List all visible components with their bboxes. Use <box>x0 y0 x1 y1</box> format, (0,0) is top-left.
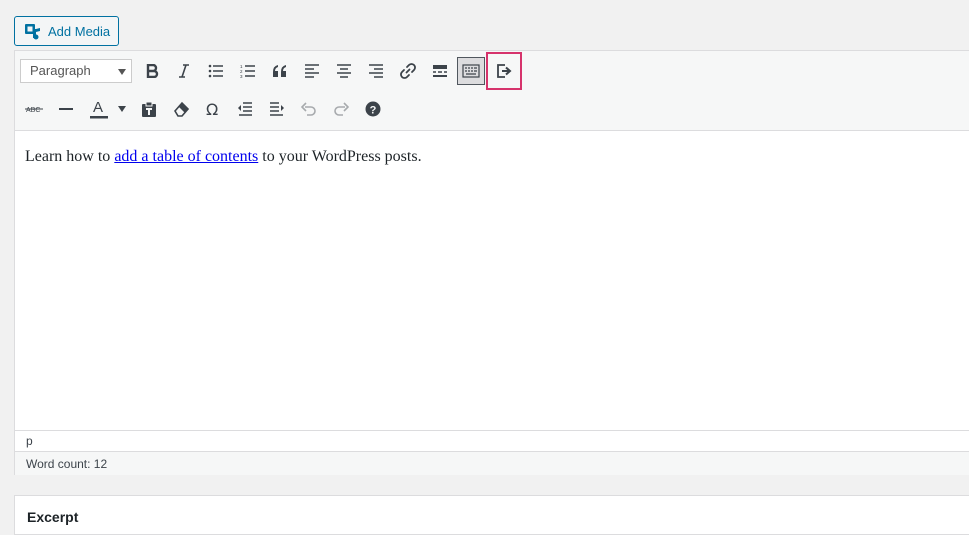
exit-icon <box>497 64 512 78</box>
align-right-icon <box>369 64 383 78</box>
link-icon <box>400 63 416 79</box>
bold-button[interactable] <box>138 57 166 85</box>
svg-text:3: 3 <box>240 74 243 78</box>
svg-text:ABC: ABC <box>26 107 40 114</box>
editor-content[interactable]: Learn how to add a table of contents to … <box>15 131 969 431</box>
italic-icon <box>179 64 189 78</box>
svg-text:A: A <box>93 99 103 116</box>
horizontal-line-icon <box>59 108 73 110</box>
element-path-item[interactable]: p <box>26 434 33 448</box>
content-text-after: to your WordPress posts. <box>258 148 422 165</box>
numbered-list-button[interactable]: 123 <box>234 57 262 85</box>
add-media-button[interactable]: Add Media <box>14 16 119 46</box>
media-icon <box>24 22 42 40</box>
insert-link-button[interactable] <box>394 57 422 85</box>
exit-distraction-free-button[interactable] <box>486 52 522 90</box>
help-icon: ? <box>365 101 381 117</box>
svg-text:Ω: Ω <box>206 101 218 117</box>
bold-icon <box>146 64 159 78</box>
undo-button[interactable] <box>295 95 323 123</box>
undo-icon <box>301 102 316 116</box>
element-path-bar: p <box>15 430 969 451</box>
read-more-icon <box>433 65 447 77</box>
add-media-label: Add Media <box>48 23 111 39</box>
italic-button[interactable] <box>170 57 198 85</box>
content-link[interactable]: add a table of contents <box>114 148 258 165</box>
bulleted-list-icon <box>208 64 223 78</box>
outdent-icon <box>238 102 252 116</box>
content-text-before: Learn how to <box>25 148 115 165</box>
eraser-icon <box>174 101 189 117</box>
editor: Paragraph 123 ABC A Ω ? Learn how to add… <box>14 50 969 475</box>
omega-icon: Ω <box>206 101 218 117</box>
increase-indent-button[interactable] <box>263 95 291 123</box>
text-color-icon: A <box>90 99 108 119</box>
chevron-down-icon <box>118 69 126 75</box>
align-right-button[interactable] <box>362 57 390 85</box>
status-bar: Word count: 12 <box>15 451 969 475</box>
text-color-button[interactable]: A <box>85 95 113 123</box>
keyboard-icon <box>462 64 480 78</box>
redo-icon <box>334 102 349 116</box>
editor-toolbar: Paragraph 123 ABC A Ω ? <box>15 51 969 131</box>
indent-icon <box>270 102 284 116</box>
paste-as-text-button[interactable] <box>135 95 163 123</box>
text-color-dropdown-button[interactable] <box>113 95 131 123</box>
align-left-icon <box>305 64 319 78</box>
word-count: Word count: 12 <box>26 457 108 471</box>
numbered-list-icon: 123 <box>240 64 255 78</box>
excerpt-panel: Excerpt <box>14 495 969 535</box>
excerpt-title[interactable]: Excerpt <box>27 509 78 525</box>
strikethrough-icon: ABC <box>25 107 43 114</box>
bulleted-list-button[interactable] <box>202 57 230 85</box>
horizontal-line-button[interactable] <box>52 95 80 123</box>
chevron-down-icon <box>118 106 126 112</box>
decrease-indent-button[interactable] <box>231 95 259 123</box>
blockquote-button[interactable] <box>266 57 294 85</box>
align-left-button[interactable] <box>298 57 326 85</box>
read-more-button[interactable] <box>426 57 454 85</box>
clear-formatting-button[interactable] <box>167 95 195 123</box>
toolbar-toggle-button[interactable] <box>457 57 485 85</box>
align-center-button[interactable] <box>330 57 358 85</box>
keyboard-shortcuts-button[interactable]: ? <box>359 95 387 123</box>
svg-text:?: ? <box>370 105 377 117</box>
format-select-value: Paragraph <box>30 63 91 78</box>
redo-button[interactable] <box>327 95 355 123</box>
paste-text-icon <box>142 101 156 117</box>
align-center-icon <box>337 64 351 78</box>
quote-icon <box>273 65 286 77</box>
strikethrough-button[interactable]: ABC <box>20 95 48 123</box>
special-character-button[interactable]: Ω <box>199 95 227 123</box>
format-select[interactable]: Paragraph <box>20 59 132 83</box>
